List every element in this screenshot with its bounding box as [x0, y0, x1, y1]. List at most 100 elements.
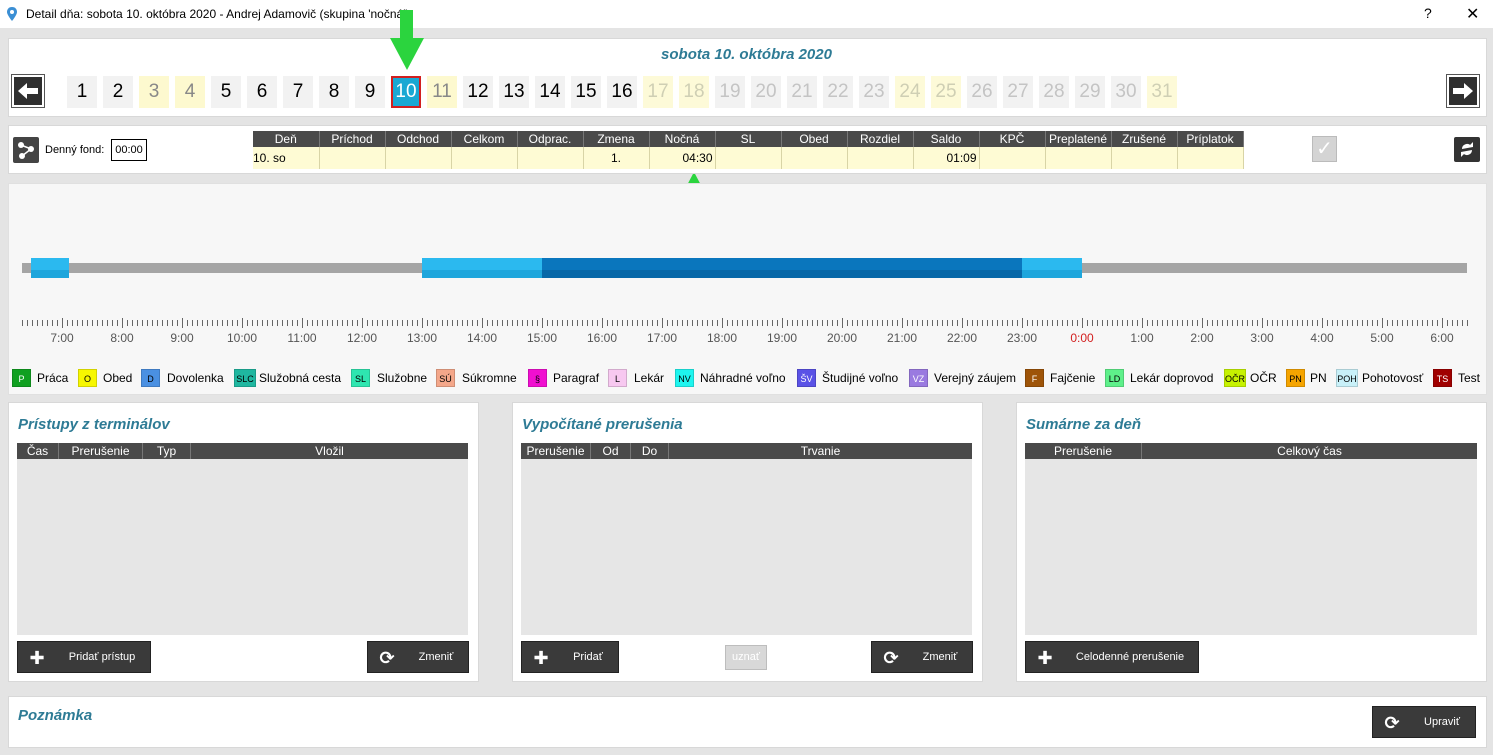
timeline-label-13: 20:00 — [826, 331, 858, 345]
col-od[interactable]: Od — [591, 443, 631, 459]
col-celkovy-cas[interactable]: Celkový čas — [1142, 443, 1477, 459]
summary-col-13[interactable]: Zrušené — [1111, 131, 1178, 147]
summary-table: Deň Príchod Odchod Celkom Odprac. Zmena Nočná S… — [253, 131, 1244, 169]
summary-col-11[interactable]: KPČ — [979, 131, 1046, 147]
add-access-button[interactable]: ✚ Pridať prístup — [17, 641, 151, 673]
day-22[interactable]: 22 — [823, 76, 853, 108]
timeline-segment-1[interactable] — [422, 258, 542, 278]
col-prerusenie[interactable]: Prerušenie — [59, 443, 143, 459]
col-prerusenie[interactable]: Prerušenie — [521, 443, 591, 459]
previous-day-button[interactable] — [11, 74, 45, 108]
summary-col-10[interactable]: Saldo — [913, 131, 980, 147]
computed-change-button[interactable]: ⟳ Zmeniť — [871, 641, 973, 673]
fullday-interruption-button[interactable]: ✚ Celodenné prerušenie — [1025, 641, 1199, 673]
summary-col-12[interactable]: Preplatené — [1045, 131, 1112, 147]
day-30[interactable]: 30 — [1111, 76, 1141, 108]
col-trvanie[interactable]: Trvanie — [669, 443, 972, 459]
summary-cell-5: 1. — [583, 147, 650, 169]
day-9[interactable]: 9 — [355, 76, 385, 108]
summary-col-6[interactable]: Nočná — [649, 131, 716, 147]
terminal-change-button[interactable]: ⟳ Zmeniť — [367, 641, 469, 673]
summary-col-8[interactable]: Obed — [781, 131, 848, 147]
summary-col-5[interactable]: Zmena — [583, 131, 650, 147]
add-interruption-button[interactable]: ✚ Pridať — [521, 641, 619, 673]
summary-col-0[interactable]: Deň — [253, 131, 320, 147]
day-4[interactable]: 4 — [175, 76, 205, 108]
day-2[interactable]: 2 — [103, 76, 133, 108]
day-15[interactable]: 15 — [571, 76, 601, 108]
network-icon[interactable] — [13, 137, 39, 163]
col-typ[interactable]: Typ — [143, 443, 191, 459]
col-prerusenie[interactable]: Prerušenie — [1025, 443, 1142, 459]
timeline-tick — [1212, 320, 1213, 326]
summary-col-2[interactable]: Odchod — [385, 131, 452, 147]
timeline-tick — [127, 320, 128, 326]
timeline-segment-0[interactable] — [31, 258, 69, 278]
day-5[interactable]: 5 — [211, 76, 241, 108]
summary-col-4[interactable]: Odprac. — [517, 131, 584, 147]
edit-note-button[interactable]: ⟳ Upraviť — [1372, 706, 1476, 738]
day-25[interactable]: 25 — [931, 76, 961, 108]
day-12[interactable]: 12 — [463, 76, 493, 108]
timeline-tick — [852, 320, 853, 326]
day-19[interactable]: 19 — [715, 76, 745, 108]
summary-col-1[interactable]: Príchod — [319, 131, 386, 147]
day-6[interactable]: 6 — [247, 76, 277, 108]
summary-col-7[interactable]: SL — [715, 131, 782, 147]
day-24[interactable]: 24 — [895, 76, 925, 108]
legend-label-7: Lekár — [634, 371, 665, 385]
day-20[interactable]: 20 — [751, 76, 781, 108]
day-21[interactable]: 21 — [787, 76, 817, 108]
timeline-tick — [1092, 320, 1093, 326]
refresh-button[interactable] — [1454, 137, 1480, 162]
timeline-tick — [567, 320, 568, 326]
day-8[interactable]: 8 — [319, 76, 349, 108]
day-summary-list[interactable] — [1025, 459, 1477, 635]
day-26[interactable]: 26 — [967, 76, 997, 108]
help-button[interactable]: ? — [1424, 5, 1432, 21]
timeline-tick — [357, 320, 358, 326]
timeline-tick — [572, 320, 573, 326]
timeline-tick — [327, 320, 328, 326]
computed-list[interactable] — [521, 459, 972, 635]
summary-col-14[interactable]: Príplatok — [1177, 131, 1244, 147]
timeline-tick — [807, 320, 808, 326]
timeline-tick — [742, 320, 743, 326]
day-1[interactable]: 1 — [67, 76, 97, 108]
day-17[interactable]: 17 — [643, 76, 673, 108]
approve-button[interactable]: uznať — [725, 645, 767, 670]
day-31[interactable]: 31 — [1147, 76, 1177, 108]
col-vlozil[interactable]: Vložil — [191, 443, 468, 459]
fund-input[interactable]: 00:00 — [111, 139, 147, 161]
terminal-list[interactable] — [17, 459, 468, 635]
day-16[interactable]: 16 — [607, 76, 637, 108]
timeline-tick — [1437, 320, 1438, 326]
day-29[interactable]: 29 — [1075, 76, 1105, 108]
summary-col-9[interactable]: Rozdiel — [847, 131, 914, 147]
col-do[interactable]: Do — [631, 443, 669, 459]
day-28[interactable]: 28 — [1039, 76, 1069, 108]
day-10[interactable]: 10 — [391, 76, 421, 108]
timeline-segment-3[interactable] — [1022, 258, 1082, 278]
day-14[interactable]: 14 — [535, 76, 565, 108]
next-day-button[interactable] — [1446, 74, 1480, 108]
timeline-tick — [1112, 320, 1113, 326]
day-23[interactable]: 23 — [859, 76, 889, 108]
day-7[interactable]: 7 — [283, 76, 313, 108]
summary-col-3[interactable]: Celkom — [451, 131, 518, 147]
col-cas[interactable]: Čas — [17, 443, 59, 459]
timeline-tick — [657, 320, 658, 326]
timeline-tick — [22, 320, 23, 326]
timeline-label-14: 21:00 — [886, 331, 918, 345]
day-3[interactable]: 3 — [139, 76, 169, 108]
timeline-tick — [717, 320, 718, 326]
day-13[interactable]: 13 — [499, 76, 529, 108]
day-18[interactable]: 18 — [679, 76, 709, 108]
close-button[interactable]: ✕ — [1466, 4, 1479, 24]
confirm-checkmark-button[interactable]: ✓ — [1312, 136, 1337, 162]
day-27[interactable]: 27 — [1003, 76, 1033, 108]
timeline-tick — [47, 320, 48, 326]
day-11[interactable]: 11 — [427, 76, 457, 108]
timeline-segment-2[interactable] — [542, 258, 1022, 278]
timeline-tick — [1457, 320, 1458, 326]
